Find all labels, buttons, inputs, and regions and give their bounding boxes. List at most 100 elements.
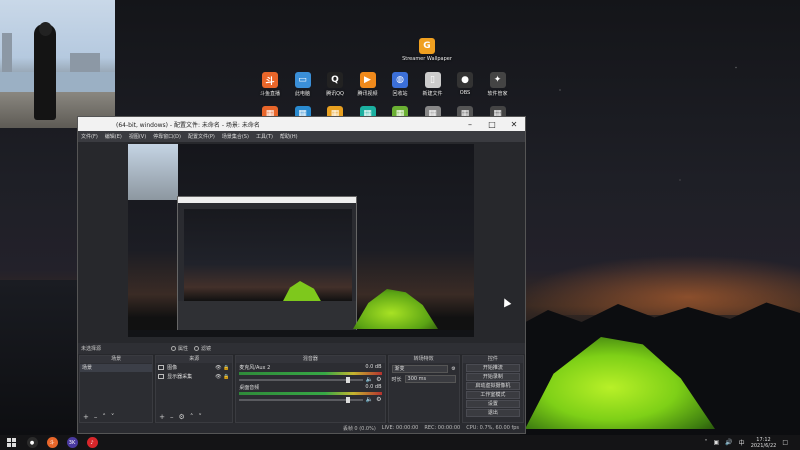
webcam-person [34,24,56,120]
minimize-icon[interactable]: – [459,117,481,131]
sources-toolbar: + – ⚙ ˄ ˅ [156,412,233,422]
menu-profile[interactable]: 配置文件(P) [188,133,215,140]
clock-date: 2021/6/22 [750,442,777,449]
clock[interactable]: 17:12 2021/6/22 [751,437,777,449]
duration-input[interactable]: 300 ms [404,375,456,383]
transitions-dock: 转场特效 渐变 ⚙ 时长 300 ms [387,355,460,423]
visibility-lock-icons[interactable]: 👁 🔒 [215,374,229,380]
taskbar-app-douyu[interactable]: 斗 [42,435,62,450]
speaker-icon[interactable]: 🔈 [366,396,373,403]
rec-time: REC: 00:00:00 [424,425,461,431]
app-icon: ▯ [424,72,441,88]
ime-indicator[interactable]: 中 [739,438,745,447]
nested-tent [282,281,322,303]
move-up-icon[interactable]: ˄ [102,413,106,421]
desktop-icon[interactable]: ◍ 回收站 [383,72,417,97]
scene-item[interactable]: 场景 [80,364,153,372]
visibility-lock-icons[interactable]: 👁 🔒 [215,365,229,371]
gear-icon[interactable]: ⚙ [451,366,455,372]
remove-icon[interactable]: – [170,413,174,421]
menu-tools[interactable]: 工具(T) [256,133,273,140]
nested-docks [178,301,356,331]
transitions-header: 转场特效 [388,356,459,363]
dropped-frames: 丢帧 0 (0.0%) [342,425,376,432]
start-recording-button[interactable]: 开始录制 [465,373,520,381]
tray-expand-icon[interactable]: ˄ [705,439,708,446]
preview-webcam [128,144,178,200]
add-icon[interactable]: + [159,413,165,421]
gear-icon[interactable]: ⚙ [376,376,381,383]
desktop-icon[interactable]: G Streamer Wallpaper [402,38,452,62]
start-streaming-button[interactable]: 开始推流 [465,364,520,372]
network-icon[interactable]: ▣ [714,439,720,446]
netease-music-icon: ♪ [86,437,98,448]
system-tray: ˄ ▣ 🔊 中 17:12 2021/6/22 □ [705,437,800,449]
channel-db: 0.0 dB [365,384,382,390]
desktop-icon[interactable]: 斗斗鱼直播 [253,72,287,97]
virtual-camera-button[interactable]: 启动虚拟摄像机 [465,382,520,390]
add-icon[interactable]: + [83,413,89,421]
obs-icon: ● [26,437,38,448]
volume-icon[interactable]: 🔊 [725,439,732,446]
notification-icon[interactable]: □ [782,439,788,446]
menu-file[interactable]: 文件(F) [81,133,98,140]
menu-view[interactable]: 视图(V) [129,133,146,140]
desktop-icon[interactable]: ▶ 腾讯视频 [351,72,385,97]
mixer-channel: 麦克风/Aux 2 0.0 dB 🔈 ⚙ [236,363,384,383]
duration-label: 时长 [391,376,402,383]
move-up-icon[interactable]: ˄ [190,413,194,421]
transition-select[interactable]: 渐变 [391,365,449,373]
remove-icon[interactable]: – [94,413,98,421]
image-icon [158,365,165,370]
wallpaper-horizon [520,255,800,315]
webcam-overlay [0,0,115,128]
menu-help[interactable]: 帮助(H) [280,133,298,140]
status-bar: 丢帧 0 (0.0%) LIVE: 00:00:00 REC: 00:00:00… [78,423,525,433]
maximize-icon[interactable]: □ [481,117,503,131]
desktop-icon[interactable]: ▯ 新建文件 [416,72,450,97]
volume-knob[interactable] [346,376,351,383]
taskbar: ● 斗 3K ♪ ˄ ▣ 🔊 中 17:12 2021/6/22 □ [0,435,800,450]
channel-name: 麦克风/Aux 2 [239,365,271,371]
exit-button[interactable]: 退出 [465,409,520,417]
windows-icon [6,438,16,447]
speaker-icon[interactable]: 🔈 [366,376,373,383]
studio-mode-button[interactable]: 工作室模式 [465,391,520,399]
move-down-icon[interactable]: ˅ [111,413,115,421]
desktop-icon[interactable]: ● OBS [448,72,482,96]
obs-titlebar[interactable]: (64-bit, windows) - 配置文件: 未命名 - 场景: 未命名 … [78,117,525,131]
volume-slider[interactable] [239,396,363,403]
move-down-icon[interactable]: ˅ [198,413,202,421]
gear-icon[interactable]: ⚙ [179,413,185,421]
desktop-icon-label: 斗鱼直播 [259,91,280,97]
gear-icon[interactable]: ⚙ [376,396,381,403]
menu-edit[interactable]: 编辑(E) [105,133,122,140]
menu-docks[interactable]: 停靠窗口(D) [153,133,181,140]
volume-slider[interactable] [239,376,363,383]
desktop-icon[interactable]: Q 腾讯QQ [318,72,352,97]
source-item-image[interactable]: 图像 👁 🔒 [156,363,232,372]
controls-dock: 控件 开始推流 开始录制 启动虚拟摄像机 工作室模式 设置 退出 [461,355,524,423]
controls-header: 控件 [462,356,523,363]
taskbar-app-netease-music[interactable]: ♪ [82,435,102,450]
volume-knob[interactable] [346,396,351,403]
desktop-icon-label: 回收站 [392,91,408,97]
source-item-monitor[interactable]: 显示器采集 👁 🔒 [156,372,232,381]
source-name: 图像 [167,365,178,371]
obs-window[interactable]: (64-bit, windows) - 配置文件: 未命名 - 场景: 未命名 … [77,116,526,434]
monitor-icon [158,374,165,379]
taskbar-app-app3[interactable]: 3K [62,435,82,450]
douyu-icon: 斗 [46,437,58,448]
desktop-icon[interactable]: ✦ 软件管家 [481,72,515,97]
app-icon: ▭ [294,72,311,88]
scenes-dock: 场景 场景 + – ˄ ˅ [79,355,154,423]
menu-scene-collection[interactable]: 场景集合(S) [222,133,249,140]
start-button[interactable] [0,435,22,450]
settings-button[interactable]: 设置 [465,400,520,408]
preview-canvas[interactable] [128,144,474,337]
taskbar-app-obs[interactable]: ● [22,435,42,450]
properties-button[interactable]: 属性 [171,345,188,352]
close-icon[interactable]: ✕ [503,117,525,131]
filters-button[interactable]: 滤镜 [194,345,211,352]
desktop-icon[interactable]: ▭ 此电脑 [286,72,320,97]
